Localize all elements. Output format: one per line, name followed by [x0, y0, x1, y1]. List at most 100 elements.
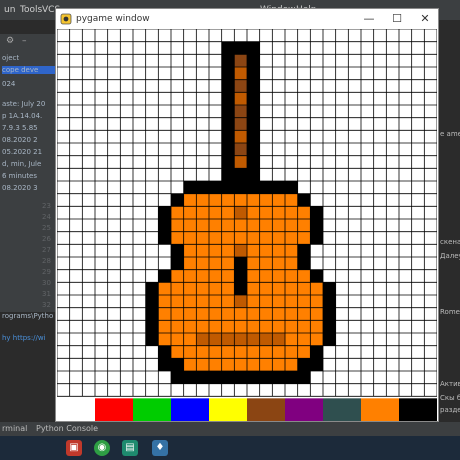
- pixel-cell[interactable]: [297, 333, 311, 346]
- pixel-cell[interactable]: [259, 333, 273, 346]
- pixel-cell[interactable]: [183, 371, 197, 384]
- pixel-cell[interactable]: [247, 269, 260, 283]
- pixel-cell[interactable]: [221, 206, 235, 219]
- pixel-cell[interactable]: [259, 320, 273, 333]
- pixel-cell[interactable]: [209, 257, 222, 270]
- pixel-cell[interactable]: [272, 269, 285, 283]
- pixel-cell[interactable]: [234, 181, 247, 194]
- pixel-cell[interactable]: [323, 307, 336, 321]
- pixel-cell[interactable]: [323, 333, 336, 346]
- pixel-cell[interactable]: [158, 295, 171, 308]
- pixel-cell[interactable]: [247, 193, 260, 207]
- pixel-cell[interactable]: [196, 333, 209, 346]
- pixel-cell[interactable]: [247, 231, 260, 245]
- pixel-cell[interactable]: [285, 282, 298, 295]
- pixel-cell[interactable]: [221, 67, 235, 80]
- pixel-cell[interactable]: [196, 295, 209, 308]
- pixel-cell[interactable]: [209, 269, 222, 283]
- pixel-cell[interactable]: [247, 320, 260, 333]
- pixel-cell[interactable]: [209, 295, 222, 308]
- pixel-cell[interactable]: [297, 320, 311, 333]
- pixel-cell[interactable]: [234, 92, 247, 105]
- palette-swatch[interactable]: [247, 398, 285, 421]
- pixel-cell[interactable]: [310, 219, 323, 232]
- pixel-cell[interactable]: [310, 333, 323, 346]
- pixel-cell[interactable]: [158, 219, 171, 232]
- pixel-cell[interactable]: [272, 295, 285, 308]
- pixel-cell[interactable]: [158, 206, 171, 219]
- pixel-cell[interactable]: [272, 345, 285, 359]
- pixel-cell[interactable]: [247, 155, 260, 169]
- pixel-cell[interactable]: [196, 206, 209, 219]
- pixel-cell[interactable]: [209, 371, 222, 384]
- pixel-cell[interactable]: [297, 244, 311, 257]
- pixel-cell[interactable]: [209, 231, 222, 245]
- pixel-cell[interactable]: [285, 358, 298, 371]
- pixel-cell[interactable]: [234, 193, 247, 207]
- pixel-cell[interactable]: [259, 244, 273, 257]
- minimize-button[interactable]: —: [358, 11, 380, 27]
- pixel-cell[interactable]: [323, 320, 336, 333]
- pixel-cell[interactable]: [171, 345, 184, 359]
- pixel-cell[interactable]: [145, 295, 159, 308]
- pixel-cell[interactable]: [171, 307, 184, 321]
- pixel-cell[interactable]: [285, 320, 298, 333]
- palette-swatch[interactable]: [57, 398, 95, 421]
- pixel-cell[interactable]: [183, 269, 197, 283]
- pixel-cell[interactable]: [196, 320, 209, 333]
- pixel-cell[interactable]: [234, 130, 247, 143]
- pixel-cell[interactable]: [183, 358, 197, 371]
- pixel-cell[interactable]: [221, 219, 235, 232]
- pixel-cell[interactable]: [234, 345, 247, 359]
- pixel-cell[interactable]: [247, 117, 260, 131]
- app-icon[interactable]: ◉: [94, 440, 110, 456]
- pixel-cell[interactable]: [209, 282, 222, 295]
- pixel-cell[interactable]: [171, 244, 184, 257]
- pixel-cell[interactable]: [297, 295, 311, 308]
- pixel-cell[interactable]: [285, 257, 298, 270]
- pixel-cell[interactable]: [272, 244, 285, 257]
- pixel-cell[interactable]: [234, 54, 247, 67]
- settings-gear-icon[interactable]: ⚙: [6, 36, 14, 46]
- pixel-cell[interactable]: [259, 307, 273, 321]
- pixel-cell[interactable]: [221, 117, 235, 131]
- pixel-cell[interactable]: [247, 257, 260, 270]
- pixel-cell[interactable]: [221, 269, 235, 283]
- pixel-cell[interactable]: [221, 257, 235, 270]
- pixel-cell[interactable]: [247, 219, 260, 232]
- pixel-cell[interactable]: [183, 282, 197, 295]
- pixel-cell[interactable]: [297, 269, 311, 283]
- pixel-cell[interactable]: [171, 333, 184, 346]
- console-link[interactable]: hy https://wi: [2, 334, 46, 342]
- pixel-cell[interactable]: [272, 371, 285, 384]
- pixel-cell[interactable]: [183, 320, 197, 333]
- pixel-cell[interactable]: [234, 269, 247, 283]
- pixel-cell[interactable]: [221, 105, 235, 118]
- pixel-cell[interactable]: [209, 320, 222, 333]
- pixel-cell[interactable]: [196, 345, 209, 359]
- pixel-cell[interactable]: [158, 282, 171, 295]
- menu-tools[interactable]: Tools: [20, 5, 42, 15]
- pixel-cell[interactable]: [297, 282, 311, 295]
- pixel-cell[interactable]: [272, 358, 285, 371]
- pixel-cell[interactable]: [183, 219, 197, 232]
- pixel-cell[interactable]: [285, 244, 298, 257]
- pixel-cell[interactable]: [297, 371, 311, 384]
- pixel-cell[interactable]: [221, 92, 235, 105]
- window-titlebar[interactable]: pygame window — ☐ ✕: [56, 9, 438, 29]
- pixel-cell[interactable]: [183, 193, 197, 207]
- pixel-cell[interactable]: [285, 219, 298, 232]
- collapse-icon[interactable]: –: [22, 36, 27, 46]
- pixel-cell[interactable]: [221, 307, 235, 321]
- tab-python-console[interactable]: Python Console: [36, 424, 98, 433]
- pixel-cell[interactable]: [221, 244, 235, 257]
- project-item[interactable]: 05.2020 21: [2, 148, 42, 156]
- pixel-cell[interactable]: [323, 295, 336, 308]
- pixel-cell[interactable]: [171, 257, 184, 270]
- pixel-cell[interactable]: [259, 282, 273, 295]
- pixel-cell[interactable]: [183, 345, 197, 359]
- project-item[interactable]: 08.2020 3: [2, 184, 38, 192]
- pixel-cell[interactable]: [234, 105, 247, 118]
- pixel-cell[interactable]: [221, 41, 235, 55]
- pixel-cell[interactable]: [196, 358, 209, 371]
